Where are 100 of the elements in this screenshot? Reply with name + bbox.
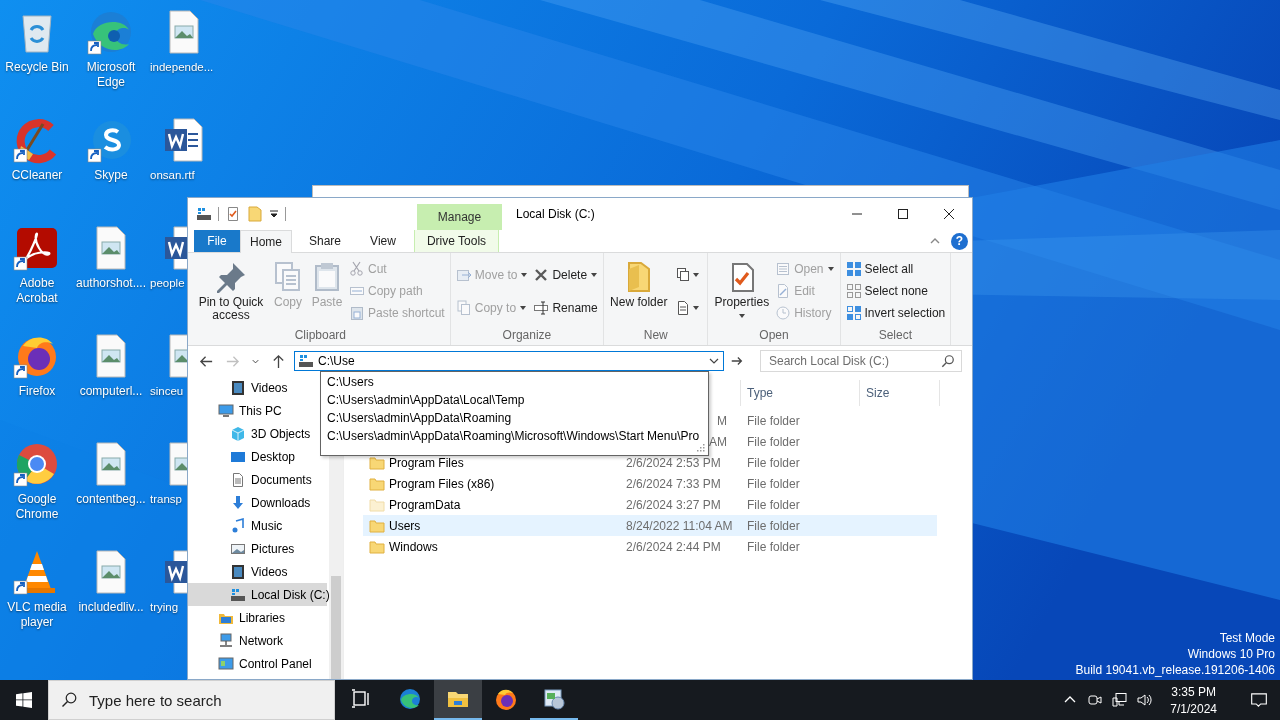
ribbon-button[interactable]: Properties <box>711 258 773 323</box>
down-arrow-icon <box>230 494 246 511</box>
scrollbar-thumb[interactable] <box>331 576 341 679</box>
taskbar-button[interactable] <box>434 680 482 720</box>
nav-tree-item[interactable]: Local Disk (C:) <box>188 583 327 606</box>
caret-icon <box>737 312 746 320</box>
address-field[interactable]: C:\Use <box>294 351 724 371</box>
desktop-icon-label[interactable]: Google Chrome <box>0 492 74 522</box>
nav-tree-item[interactable]: Network <box>188 629 327 652</box>
nav-tree-item[interactable]: Downloads <box>188 491 327 514</box>
date-cell: M <box>717 413 727 428</box>
drive-icon <box>230 586 246 603</box>
column-header[interactable]: Type <box>741 380 860 406</box>
volume-icon[interactable] <box>1137 692 1154 708</box>
ribbon-button[interactable]: Invert selection <box>843 302 948 324</box>
column-header[interactable]: Size <box>860 380 940 406</box>
date-cell: 8/24/2022 11:04 AM <box>626 518 733 533</box>
clock[interactable]: 3:35 PM 7/1/2024 <box>1162 684 1225 716</box>
desktop-icon-label[interactable]: VLC media player <box>0 600 74 630</box>
resize-grip-icon[interactable] <box>697 444 705 452</box>
nav-tree-item[interactable]: Videos <box>188 560 327 583</box>
search-icon <box>61 692 77 708</box>
file-name[interactable]: Users <box>389 518 421 533</box>
file-name[interactable]: Program Files (x86) <box>389 476 495 491</box>
nav-tree-item[interactable]: Control Panel <box>188 652 327 675</box>
search-input[interactable]: Search Local Disk (C:) <box>761 354 941 368</box>
ribbon-button[interactable]: Select none <box>843 280 948 302</box>
ribbon-button[interactable]: Select all <box>843 258 948 280</box>
ribbon-tab[interactable]: Home <box>240 230 292 253</box>
desktop-icon-label[interactable]: Microsoft Edge <box>74 60 148 90</box>
help-button[interactable]: ? <box>951 232 968 250</box>
camera-icon[interactable] <box>1087 692 1104 708</box>
desktop-icon-label[interactable]: transp <box>150 492 182 507</box>
desktop-icon-label[interactable]: computerl... <box>74 384 148 399</box>
desktop-icon-label[interactable]: Recycle Bin <box>0 60 74 75</box>
desktop-icon-label[interactable]: authorshot.... <box>74 276 148 291</box>
ribbon-tab[interactable]: Drive Tools <box>414 230 499 252</box>
pages-icon <box>455 299 472 316</box>
drive-icon[interactable] <box>196 206 212 222</box>
desktop-icon-label[interactable]: people <box>150 276 185 291</box>
desktop-icon-label[interactable]: contentbeg... <box>74 492 148 507</box>
file-name[interactable]: Program Files <box>389 455 464 470</box>
desktop-icon-label[interactable]: onsan.rtf <box>150 168 195 183</box>
nav-tree-item[interactable]: Pictures <box>188 537 327 560</box>
document-icon <box>230 471 246 488</box>
nav-tree-item[interactable]: Libraries <box>188 606 327 629</box>
windows-logo-icon <box>16 692 32 708</box>
ribbon-button[interactable]: Pin to Quick access <box>194 258 268 325</box>
app-window-icon <box>542 687 566 711</box>
search-input[interactable]: Type here to search <box>87 690 334 710</box>
type-cell: File folder <box>747 476 800 491</box>
watermark-text: Build 19041.vb_release.191206-1406 <box>1075 662 1275 678</box>
rename-icon <box>533 299 550 316</box>
suggestion-item[interactable]: C:\Users <box>321 373 708 391</box>
desktop-icon-label[interactable]: Firefox <box>0 384 74 399</box>
clock-icon <box>775 305 792 321</box>
ribbon-tab[interactable]: Share <box>292 230 358 252</box>
date-cell: 2/6/2024 2:53 PM <box>626 455 721 470</box>
address-input[interactable]: C:\Use <box>318 354 708 368</box>
suggestion-item[interactable]: C:\Users\admin\AppData\Roaming\Microsoft\Windows\Start Menu\Pro <box>321 427 708 445</box>
desktop-icon-label[interactable]: sinceu <box>150 384 184 399</box>
desktop-icon-label[interactable]: includedliv... <box>74 600 148 615</box>
desktop-icon-label[interactable]: Skype <box>74 168 148 183</box>
grid-icon <box>845 283 862 299</box>
speech-bubble-icon <box>1250 691 1268 709</box>
context-tab-header: Manage <box>417 204 502 230</box>
desktop-icon-label[interactable]: trying <box>150 600 179 615</box>
nav-tree-item[interactable]: Music <box>188 514 327 537</box>
control-panel-icon <box>218 655 234 672</box>
monitor-icon <box>218 402 234 419</box>
type-cell: File folder <box>747 539 800 554</box>
scissors-icon <box>349 261 365 277</box>
search-icon <box>941 354 955 368</box>
caret-icon <box>590 270 599 279</box>
ribbon-button[interactable]: Delete <box>531 263 601 286</box>
desktop-icon-label[interactable]: Adobe Acrobat <box>0 276 74 306</box>
file-name[interactable]: Windows <box>389 539 438 554</box>
ribbon-tab[interactable]: File <box>194 230 240 252</box>
suggestion-item[interactable]: C:\Users\admin\AppData\Roaming <box>321 409 708 427</box>
desktop-icon-label[interactable]: CCleaner <box>0 168 74 183</box>
type-cell: File folder <box>747 518 800 533</box>
network-icon[interactable] <box>1112 692 1129 708</box>
taskbar-search-field[interactable]: Type here to search <box>48 680 335 720</box>
ribbon-button[interactable]: New folder <box>607 258 671 312</box>
check-document-icon[interactable] <box>225 206 241 222</box>
nav-tree-item[interactable]: Documents <box>188 468 327 491</box>
ribbon-tab[interactable]: View <box>358 230 408 252</box>
ribbon-button[interactable]: Rename <box>531 296 601 319</box>
film-icon <box>230 379 246 396</box>
caret-icon[interactable] <box>269 209 279 219</box>
suggestion-item[interactable]: C:\Users\admin\AppData\Local\Temp <box>321 391 708 409</box>
music-note-icon <box>230 517 246 534</box>
type-cell: File folder <box>747 434 800 449</box>
ribbon-group-label: New <box>642 328 669 344</box>
wave-circle-icon <box>398 687 422 711</box>
selected-row-highlight[interactable]: Users 8/24/2022 11:04 AM File folder <box>363 515 937 536</box>
search-field[interactable]: Search Local Disk (C:) <box>760 350 962 372</box>
caret-icon <box>692 303 701 312</box>
desktop-icon-label[interactable]: independe... <box>150 60 214 75</box>
file-name[interactable]: ProgramData <box>389 497 461 512</box>
